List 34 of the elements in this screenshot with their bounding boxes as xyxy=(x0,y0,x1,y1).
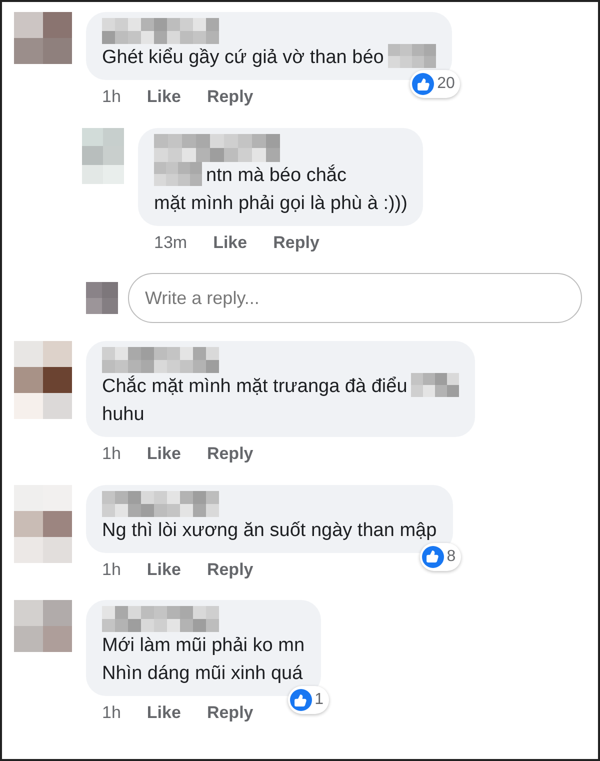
comment-time: 1h xyxy=(102,86,121,108)
comment-time: 1h xyxy=(102,443,121,465)
comment-text: Chắc mặt mình mặt trưanga đà điểu xyxy=(102,374,408,399)
pixelated-avatar xyxy=(14,600,72,652)
comment-text: Mới làm mũi phải ko mn xyxy=(102,634,305,658)
comment-text: mặt mình phải gọi là phù à :))) xyxy=(154,192,408,216)
reply-link[interactable]: Reply xyxy=(273,230,320,255)
like-link[interactable]: Like xyxy=(146,700,181,726)
comment-text: ntn mà béo chắc xyxy=(206,164,346,188)
comment-text: Ng thì lòi xương ăn suốt ngày than mập xyxy=(102,518,437,542)
reaction-count: 20 xyxy=(437,74,455,94)
pixelated-blur xyxy=(411,373,460,397)
comment-text: huhu xyxy=(102,403,144,427)
pixelated-avatar xyxy=(14,12,72,64)
comment-time: 1h xyxy=(102,702,121,724)
like-link[interactable]: Like xyxy=(146,441,181,466)
pixelated-blur xyxy=(154,162,202,186)
comment-time: 13m xyxy=(154,232,188,254)
reply-link[interactable]: Reply xyxy=(206,556,254,582)
like-link[interactable]: Like xyxy=(146,556,181,582)
reply-field[interactable]: Write a reply... xyxy=(128,273,582,323)
reply-link[interactable]: Reply xyxy=(206,700,254,726)
pixelated-avatar xyxy=(86,282,118,314)
reply-link[interactable]: Reply xyxy=(206,84,254,110)
reply-link[interactable]: Reply xyxy=(206,441,254,466)
reaction-count: 8 xyxy=(446,546,456,566)
comment-text: Nhìn dáng mũi xinh quá xyxy=(102,662,303,686)
pixelated-avatar xyxy=(82,128,124,184)
comment-time: 1h xyxy=(102,558,121,580)
like-link[interactable]: Like xyxy=(146,84,181,110)
like-link[interactable]: Like xyxy=(213,230,248,255)
pixelated-blur xyxy=(388,44,436,68)
comment-text: Ghét kiểu gầy cứ giả vờ than béo xyxy=(102,46,384,70)
reaction-count: 1 xyxy=(314,690,324,710)
